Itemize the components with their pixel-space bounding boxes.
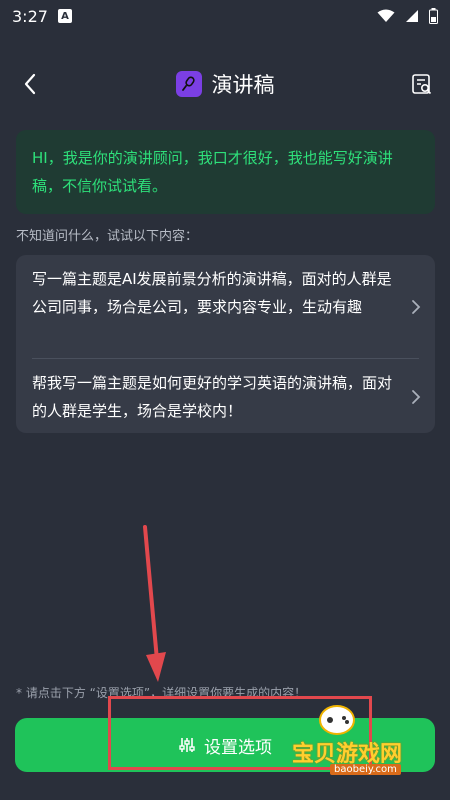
top-app-bar: 演讲稿 (0, 56, 450, 112)
signal-icon (406, 10, 418, 22)
battery-icon (429, 8, 438, 24)
settings-options-label: 设置选项 (204, 737, 272, 758)
status-bar: 3:27 A (0, 0, 450, 32)
back-button[interactable] (12, 66, 48, 102)
chevron-right-icon (412, 299, 421, 314)
settings-footnote: * 请点击下方 “设置选项”，详细设置你要生成的内容！ (16, 686, 307, 700)
suggestion-text: 写一篇主题是AI发展前景分析的演讲稿，面对的人群是公司同事，场合是公司，要求内容… (32, 270, 392, 316)
settings-options-button[interactable]: 设置选项 (15, 718, 435, 772)
suggestion-text: 帮我写一篇主题是如何更好的学习英语的演讲稿，面对的人群是学生，场合是学校内！ (32, 374, 393, 420)
wifi-icon (377, 9, 395, 22)
suggestion-list: 写一篇主题是AI发展前景分析的演讲稿，面对的人群是公司同事，场合是公司，要求内容… (16, 255, 435, 433)
status-time: 3:27 (12, 6, 48, 26)
history-button[interactable] (404, 66, 440, 102)
microphone-icon (175, 71, 202, 97)
page-title: 演讲稿 (211, 73, 275, 97)
suggestions-hint: 不知道问什么，试试以下内容： (16, 229, 199, 244)
chevron-right-icon (412, 389, 421, 404)
history-search-icon (412, 74, 432, 95)
notification-badge: A (57, 9, 72, 23)
sliders-icon (179, 738, 195, 752)
suggestion-item[interactable]: 写一篇主题是AI发展前景分析的演讲稿，面对的人群是公司同事，场合是公司，要求内容… (16, 255, 435, 358)
assistant-greeting-bubble: HI，我是你的演讲顾问，我口才很好，我也能写好演讲稿，不信你试试看。 (16, 130, 435, 214)
suggestion-item[interactable]: 帮我写一篇主题是如何更好的学习英语的演讲稿，面对的人群是学生，场合是学校内！ (16, 359, 435, 433)
chevron-left-icon (24, 73, 36, 95)
